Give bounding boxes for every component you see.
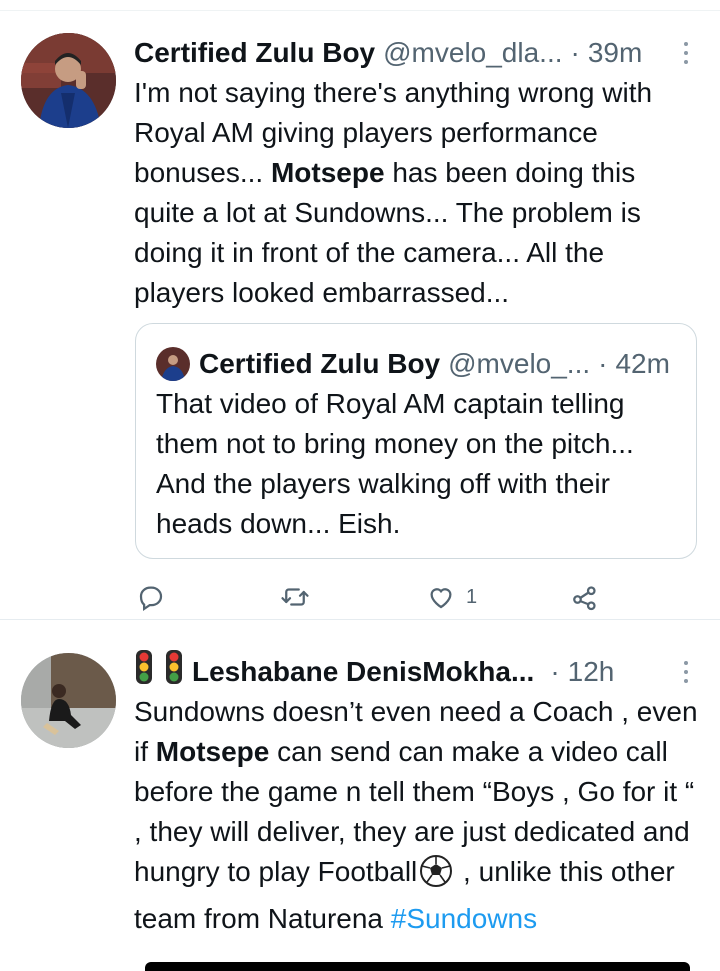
author-name[interactable]: Certified Zulu Boy — [134, 33, 375, 73]
tweet-text: Sundowns doesn’t even need a Coach , eve… — [134, 692, 698, 939]
retweet-icon — [281, 588, 309, 606]
like-count: 1 — [466, 585, 478, 608]
bottom-edge-bar — [145, 962, 690, 971]
quoted-avatar — [156, 347, 190, 381]
tweet-divider — [0, 620, 720, 630]
tweet-2[interactable]: Leshabane DenisMokha... · 12h Sundowns d… — [0, 630, 720, 970]
tweet-actions: 1 — [134, 577, 698, 617]
avatar[interactable] — [21, 653, 116, 748]
author-handle[interactable]: @mvelo_dla... — [383, 33, 562, 73]
heart-icon — [430, 588, 452, 609]
author-name[interactable]: Leshabane DenisMokha... — [192, 652, 534, 692]
share-icon — [573, 586, 596, 611]
avatar[interactable] — [21, 33, 116, 128]
top-divider — [0, 0, 720, 11]
tweet-body: Leshabane DenisMokha... · 12h Sundowns d… — [134, 649, 698, 939]
more-options-icon[interactable] — [674, 33, 698, 73]
quoted-timestamp: 42m — [615, 348, 670, 379]
quoted-author-name: Certified Zulu Boy — [199, 348, 441, 379]
tweet-text: I'm not saying there's anything wrong wi… — [134, 73, 698, 313]
quoted-author-handle: @mvelo_... — [448, 348, 591, 379]
soccer-ball-icon — [419, 854, 453, 899]
like-button[interactable]: 1 — [426, 577, 477, 617]
reply-icon — [139, 586, 163, 611]
tweet-header: Leshabane DenisMokha... · 12h — [134, 649, 698, 692]
quoted-tweet-header: Certified Zulu Boy @mvelo_... · 42m — [156, 344, 682, 384]
retweet-button[interactable] — [279, 577, 311, 617]
more-options-icon[interactable] — [674, 652, 698, 692]
reply-button[interactable] — [136, 577, 166, 617]
timestamp[interactable]: 39m — [588, 33, 642, 73]
highlighted-keyword: Motsepe — [155, 736, 270, 767]
separator-dot: · — [570, 37, 580, 68]
separator-dot: · — [550, 656, 560, 687]
hashtag-link[interactable]: #Sundowns — [391, 903, 537, 934]
traffic-light-icon — [134, 649, 154, 696]
separator-dot: · — [598, 348, 608, 379]
tweet-header: Certified Zulu Boy @mvelo_dla... · 39m — [134, 33, 698, 73]
timestamp[interactable]: 12h — [568, 652, 615, 692]
quoted-tweet-text: That video of Royal AM captain telling t… — [156, 388, 634, 539]
share-button[interactable] — [570, 577, 600, 617]
highlighted-keyword: Motsepe — [270, 157, 385, 188]
traffic-light-icon — [164, 649, 184, 696]
tweet-1[interactable]: Certified Zulu Boy @mvelo_dla... · 39m I… — [0, 11, 720, 620]
quoted-tweet[interactable]: Certified Zulu Boy @mvelo_... · 42m That… — [135, 323, 697, 559]
tweet-body: Certified Zulu Boy @mvelo_dla... · 39m I… — [134, 33, 698, 313]
